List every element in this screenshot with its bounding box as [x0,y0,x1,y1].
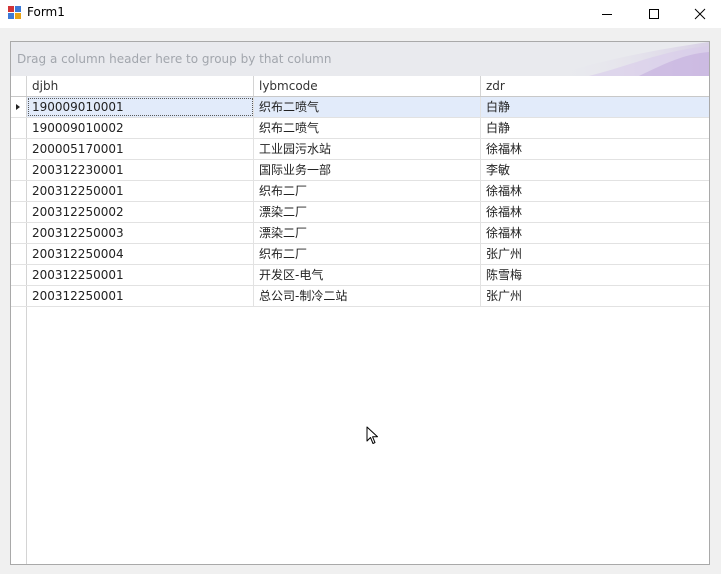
title-bar: Form1 [0,0,721,28]
cell-djbh[interactable]: 200312250001 [27,181,254,201]
group-panel-hint: Drag a column header here to group by th… [17,52,332,66]
cell-lybmcode[interactable]: 织布二厂 [254,181,481,201]
column-header-zdr[interactable]: zdr [481,76,709,96]
group-by-panel[interactable]: Drag a column header here to group by th… [11,42,709,77]
row-indicator-arrow-icon [16,104,20,110]
cell-djbh[interactable]: 200005170001 [27,139,254,159]
data-grid[interactable]: Drag a column header here to group by th… [10,41,710,565]
minimize-button[interactable] [584,0,630,28]
cell-lybmcode[interactable]: 总公司-制冷二站 [254,286,481,306]
cell-zdr[interactable]: 徐福林 [481,139,709,159]
cell-djbh[interactable]: 200312230001 [27,160,254,180]
column-header-lybmcode[interactable]: lybmcode [254,76,481,96]
cell-djbh[interactable]: 200312250001 [27,286,254,306]
cell-zdr[interactable]: 白静 [481,97,709,117]
column-header-djbh[interactable]: djbh [27,76,254,96]
row-indicator[interactable] [11,265,27,285]
row-indicator[interactable] [11,223,27,243]
mouse-cursor-icon [366,426,378,444]
close-button[interactable] [677,0,721,28]
cell-lybmcode[interactable]: 漂染二厂 [254,223,481,243]
cell-lybmcode[interactable]: 织布二厂 [254,244,481,264]
table-row[interactable]: 190009010001 织布二喷气 白静 [11,97,709,118]
window-title: Form1 [27,5,65,19]
cell-djbh[interactable]: 190009010001 [27,97,254,117]
maximize-button[interactable] [631,0,677,28]
row-indicator[interactable] [11,160,27,180]
table-row[interactable]: 200312250004 织布二厂 张广州 [11,244,709,265]
cell-lybmcode[interactable]: 漂染二厂 [254,202,481,222]
table-row[interactable]: 200312250001 开发区-电气 陈雪梅 [11,265,709,286]
cell-zdr[interactable]: 徐福林 [481,223,709,243]
empty-indicator-column [11,307,27,564]
table-row[interactable]: 200312230001 国际业务一部 李敏 [11,160,709,181]
cell-djbh[interactable]: 200312250001 [27,265,254,285]
minimize-icon [602,14,612,15]
cell-zdr[interactable]: 李敏 [481,160,709,180]
row-indicator[interactable] [11,118,27,138]
row-indicator[interactable] [11,139,27,159]
row-indicator[interactable] [11,286,27,306]
close-icon [694,8,706,20]
cell-zdr[interactable]: 张广州 [481,244,709,264]
row-indicator[interactable] [11,202,27,222]
row-indicator[interactable] [11,181,27,201]
row-indicator[interactable] [11,244,27,264]
table-row[interactable]: 200312250002 漂染二厂 徐福林 [11,202,709,223]
table-row[interactable]: 200312250001 总公司-制冷二站 张广州 [11,286,709,307]
cell-lybmcode[interactable]: 织布二喷气 [254,118,481,138]
cell-lybmcode[interactable]: 织布二喷气 [254,97,481,117]
cell-zdr[interactable]: 徐福林 [481,181,709,201]
table-row[interactable]: 190009010002 织布二喷气 白静 [11,118,709,139]
cell-lybmcode[interactable]: 国际业务一部 [254,160,481,180]
cell-zdr[interactable]: 张广州 [481,286,709,306]
cell-lybmcode[interactable]: 开发区-电气 [254,265,481,285]
cell-djbh[interactable]: 200312250004 [27,244,254,264]
cell-djbh[interactable]: 200312250003 [27,223,254,243]
row-indicator[interactable] [11,97,27,117]
table-row[interactable]: 200312250003 漂染二厂 徐福林 [11,223,709,244]
cell-zdr[interactable]: 徐福林 [481,202,709,222]
app-icon [8,6,21,19]
cell-lybmcode[interactable]: 工业园污水站 [254,139,481,159]
maximize-icon [649,9,659,19]
cell-djbh[interactable]: 190009010002 [27,118,254,138]
header-indicator [11,76,27,96]
column-header-row: djbh lybmcode zdr [11,76,709,97]
skin-decoration [549,42,709,76]
cell-zdr[interactable]: 陈雪梅 [481,265,709,285]
table-row[interactable]: 200312250001 织布二厂 徐福林 [11,181,709,202]
grid-rows: 190009010001 织布二喷气 白静 190009010002 织布二喷气… [11,97,709,307]
table-row[interactable]: 200005170001 工业园污水站 徐福林 [11,139,709,160]
cell-zdr[interactable]: 白静 [481,118,709,138]
cell-djbh[interactable]: 200312250002 [27,202,254,222]
